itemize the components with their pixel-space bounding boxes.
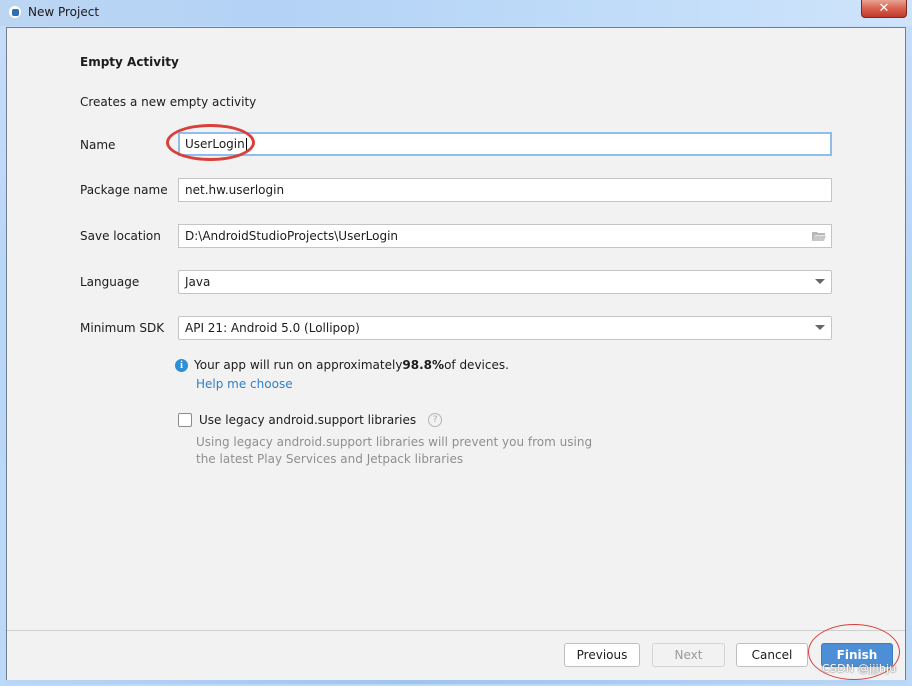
previous-button[interactable]: Previous [564, 643, 640, 667]
save-location-value: D:\AndroidStudioProjects\UserLogin [185, 229, 399, 243]
minimum-sdk-select[interactable]: API 21: Android 5.0 (Lollipop) [178, 316, 832, 340]
name-value: UserLogin [185, 137, 245, 151]
package-name-value: net.hw.userlogin [185, 183, 285, 197]
folder-icon[interactable] [812, 231, 826, 241]
package-name-label: Package name [80, 183, 168, 197]
device-coverage-info: i Your app will run on approximately 98.… [175, 358, 509, 372]
cancel-button[interactable]: Cancel [736, 643, 808, 667]
hint-line-2: the latest Play Services and Jetpack lib… [196, 452, 464, 466]
minimum-sdk-value: API 21: Android 5.0 (Lollipop) [185, 321, 360, 335]
help-icon[interactable]: ? [428, 413, 443, 427]
save-location-label: Save location [80, 229, 161, 243]
window-bottom-border [6, 680, 906, 684]
minimum-sdk-label: Minimum SDK [80, 321, 165, 335]
package-name-input[interactable]: net.hw.userlogin [178, 178, 832, 202]
legacy-support-label[interactable]: Use legacy android.support libraries [199, 413, 416, 427]
hint-line-1: Using legacy android.support libraries w… [196, 435, 593, 449]
name-label: Name [80, 138, 116, 152]
chevron-down-icon [815, 325, 825, 330]
text-caret [245, 137, 247, 152]
info-icon: i [175, 358, 188, 372]
legacy-support-hint: Using legacy android.support libraries w… [196, 434, 616, 468]
android-studio-icon [9, 6, 21, 18]
close-icon: ✕ [878, 1, 890, 16]
watermark: CSDN @jjjhju [822, 662, 897, 675]
name-input[interactable]: UserLogin [178, 132, 832, 156]
coverage-text-before: Your app will run on approximately [194, 358, 403, 372]
close-button[interactable]: ✕ [861, 0, 907, 18]
language-label: Language [80, 275, 140, 289]
next-button[interactable]: Next [652, 643, 725, 667]
dialog-body: Empty Activity Creates a new empty activ… [6, 27, 906, 681]
legacy-support-checkbox[interactable] [178, 413, 192, 427]
window-title: New Project [28, 5, 100, 19]
footer-divider [7, 630, 905, 631]
page-subtitle: Creates a new empty activity [80, 95, 257, 109]
language-select[interactable]: Java [178, 270, 832, 294]
page-title: Empty Activity [80, 55, 179, 69]
language-value: Java [185, 275, 211, 289]
title-bar: New Project ✕ [0, 0, 912, 26]
chevron-down-icon [815, 279, 825, 284]
legacy-support-option[interactable]: Use legacy android.support libraries ? [178, 413, 443, 427]
coverage-text-after: of devices. [444, 358, 509, 372]
save-location-input[interactable]: D:\AndroidStudioProjects\UserLogin [178, 224, 832, 248]
help-me-choose-link[interactable]: Help me choose [196, 377, 293, 391]
coverage-percent: 98.8% [402, 358, 445, 372]
